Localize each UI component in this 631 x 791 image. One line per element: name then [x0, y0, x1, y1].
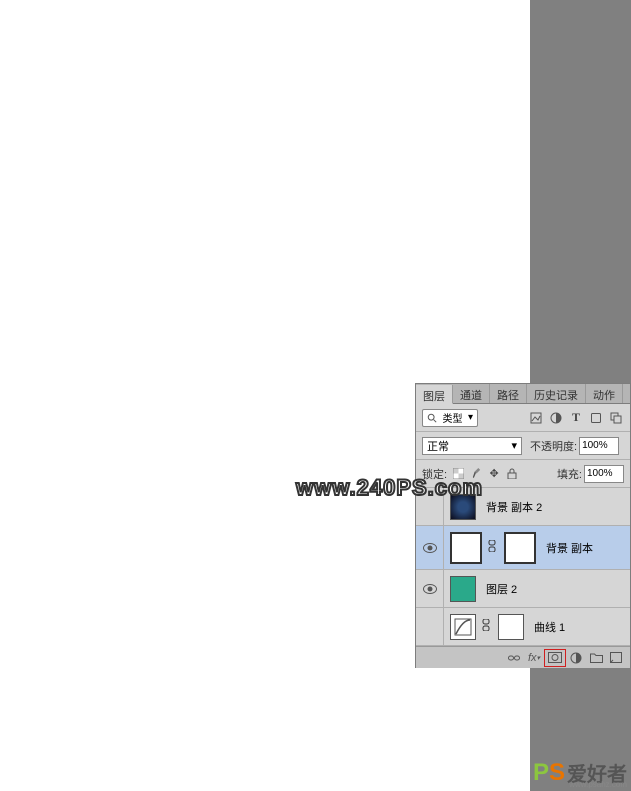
panel-footer: fx▾: [416, 646, 630, 668]
filter-adjust-icon[interactable]: [548, 410, 564, 426]
layer-list: 背景 副本 2 背景 副本 图层 2 曲线 1: [416, 488, 630, 646]
visibility-toggle[interactable]: [416, 488, 444, 525]
fill-label: 填充:: [557, 466, 582, 482]
tab-history[interactable]: 历史记录: [527, 384, 586, 403]
tab-layers[interactable]: 图层: [416, 385, 453, 404]
layer-thumbnail[interactable]: [450, 494, 476, 520]
layer-thumbnail[interactable]: [450, 576, 476, 602]
layer-name[interactable]: 图层 2: [486, 581, 517, 597]
link-layers-icon[interactable]: [504, 650, 524, 666]
layer-mask-thumbnail[interactable]: [504, 532, 536, 564]
new-group-icon[interactable]: [586, 650, 606, 666]
filter-type-icon[interactable]: T: [568, 410, 584, 426]
eye-icon: [423, 543, 437, 553]
mask-link-icon[interactable]: [482, 619, 490, 634]
blend-mode-value: 正常: [427, 438, 449, 454]
filter-shape-icon[interactable]: [588, 410, 604, 426]
chevron-down-icon: ▾: [468, 412, 473, 423]
lock-pixels-icon[interactable]: [469, 467, 483, 481]
layer-style-icon[interactable]: fx▾: [524, 650, 544, 666]
panel-tabs: 图层 通道 路径 历史记录 动作: [416, 384, 630, 404]
blend-mode-select[interactable]: 正常 ▾: [422, 437, 522, 455]
search-icon: [427, 413, 437, 423]
layer-name[interactable]: 曲线 1: [534, 619, 565, 635]
filter-kind-label: 类型: [442, 410, 462, 425]
new-layer-icon[interactable]: [606, 650, 626, 666]
layer-name[interactable]: 背景 副本: [546, 540, 593, 556]
layer-row[interactable]: 曲线 1: [416, 608, 630, 646]
add-mask-icon[interactable]: [544, 649, 566, 667]
lock-position-icon[interactable]: ✥: [487, 467, 501, 481]
layers-panel: 图层 通道 路径 历史记录 动作 类型 ▾ T 正常 ▾ 不透明: [415, 383, 631, 668]
eye-icon: [423, 584, 437, 594]
filter-kind-select[interactable]: 类型 ▾: [422, 409, 478, 427]
layer-thumbnail[interactable]: [450, 532, 482, 564]
lock-transparency-icon[interactable]: [451, 467, 465, 481]
fill-input[interactable]: 100%: [584, 465, 624, 483]
adjustment-icon[interactable]: [450, 614, 476, 640]
new-adjustment-icon[interactable]: [566, 650, 586, 666]
filter-pixel-icon[interactable]: [528, 410, 544, 426]
lock-label: 锁定:: [422, 466, 447, 482]
lock-row: 锁定: ✥ 填充: 100%: [416, 460, 630, 488]
visibility-toggle[interactable]: [416, 526, 444, 569]
tab-paths[interactable]: 路径: [490, 384, 527, 403]
layer-name[interactable]: 背景 副本 2: [486, 499, 542, 515]
visibility-toggle[interactable]: [416, 570, 444, 607]
opacity-input[interactable]: 100%: [579, 437, 619, 455]
tab-channels[interactable]: 通道: [453, 384, 490, 403]
opacity-label: 不透明度:: [530, 438, 577, 454]
lock-all-icon[interactable]: [505, 467, 519, 481]
layer-row[interactable]: 图层 2: [416, 570, 630, 608]
layer-row[interactable]: 背景 副本: [416, 526, 630, 570]
mask-link-icon[interactable]: [488, 540, 496, 555]
visibility-toggle[interactable]: [416, 608, 444, 645]
opacity-value: 100%: [582, 440, 608, 451]
layer-mask-thumbnail[interactable]: [498, 614, 524, 640]
blend-row: 正常 ▾ 不透明度: 100%: [416, 432, 630, 460]
layer-row[interactable]: 背景 副本 2: [416, 488, 630, 526]
filter-smart-icon[interactable]: [608, 410, 624, 426]
fill-value: 100%: [587, 468, 613, 479]
filter-row: 类型 ▾ T: [416, 404, 630, 432]
tab-actions[interactable]: 动作: [586, 384, 623, 403]
chevron-down-icon: ▾: [511, 439, 517, 452]
